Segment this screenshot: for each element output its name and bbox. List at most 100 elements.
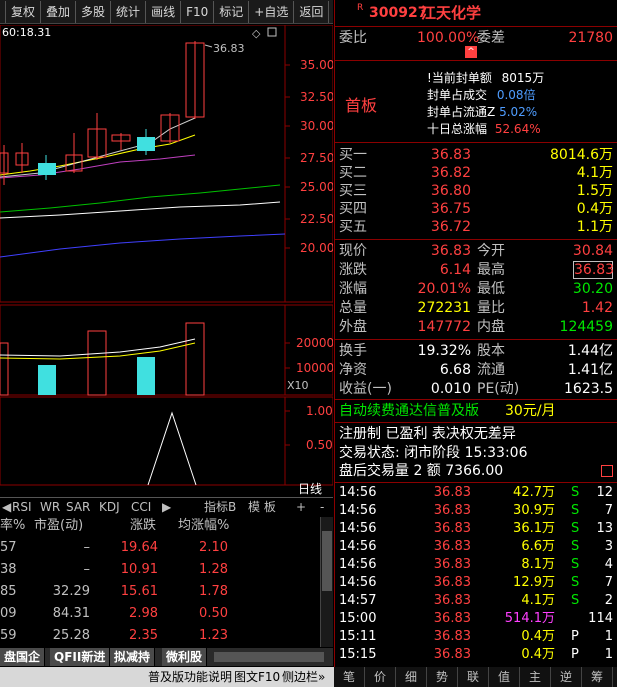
collapse-icon[interactable]: ^ [465, 46, 477, 58]
stat-value: 20.01% [417, 281, 471, 297]
cell-change: 15.61 [120, 584, 158, 599]
bid-row-1[interactable]: 买一 36.83 8014.6万 [335, 146, 617, 164]
tabs-scrollbar[interactable] [214, 652, 324, 662]
nav-reverse[interactable]: 逆 [551, 667, 582, 687]
add-watchlist-button[interactable]: +自选 [249, 0, 295, 23]
price-axis-label-6: 22.50 [300, 212, 333, 226]
table-scrollbar[interactable] [320, 517, 333, 647]
tick-price: 36.83 [433, 539, 471, 554]
nav-chips[interactable]: 筹 [582, 667, 613, 687]
multi-stock-button[interactable]: 多股 [76, 0, 112, 23]
tab-template[interactable]: 模 板 [248, 499, 276, 515]
tick-price: 36.83 [433, 647, 471, 662]
tab-reduce-holdings[interactable]: 拟减持 [110, 648, 156, 666]
nav-trades[interactable]: 笔 [334, 667, 365, 687]
nav-value[interactable]: 值 [489, 667, 520, 687]
tab-plus[interactable]: + [296, 499, 306, 515]
tab-cci[interactable]: CCI [131, 499, 151, 515]
status-help-link[interactable]: 普及版功能说明 [148, 667, 232, 687]
table-row[interactable]: 59 25.28 2.35 1.23 [0, 625, 320, 647]
ten-day-value: 52.64% [494, 122, 541, 136]
tab-indicator-b[interactable]: 指标B [204, 499, 236, 515]
status-sidebar-link[interactable]: 侧边栏» [282, 667, 325, 687]
bid-price: 36.72 [430, 219, 471, 235]
cell-rate: 57 [0, 540, 17, 555]
col-header-pe[interactable]: 市盈(动) [34, 515, 83, 537]
back-button[interactable]: 返回 [294, 0, 330, 23]
fin-value: 1.44亿 [567, 343, 613, 359]
tab-qfii[interactable]: QFII新进 [50, 648, 111, 666]
bid-row-5[interactable]: 买五 36.72 1.1万 [335, 218, 617, 236]
col-header-rate[interactable]: 率% [0, 515, 25, 537]
fin-label: 股本 [477, 343, 505, 359]
table-row[interactable]: 85 32.29 15.61 1.78 [0, 581, 320, 603]
table-row[interactable]: 09 84.31 2.98 0.50 [0, 603, 320, 625]
tick-row[interactable]: 14:57 36.83 4.1万 S 2 [335, 592, 617, 610]
tick-row[interactable]: 14:56 36.83 36.1万 S 13 [335, 520, 617, 538]
tab-rsi[interactable]: RSI [12, 499, 32, 515]
tick-row[interactable]: 14:56 36.83 42.7万 S 12 [335, 484, 617, 502]
tab-wr[interactable]: WR [40, 499, 60, 515]
table-row[interactable]: 57 – 19.64 2.10 [0, 537, 320, 559]
period-label[interactable]: 日线 [298, 482, 322, 495]
quote-nav-bar: 笔 价 细 势 联 值 主 逆 筹 [334, 667, 617, 687]
overlay-button[interactable]: 叠加 [41, 0, 77, 23]
fuquan-button[interactable]: 复权 [6, 0, 42, 23]
promo-price[interactable]: 30元/月 [505, 402, 556, 420]
tabs-left-arrow[interactable]: ◀ [2, 499, 11, 515]
stat-label: 涨幅 [339, 281, 367, 297]
draw-line-button[interactable]: 画线 [146, 0, 182, 23]
tab-minus[interactable]: - [320, 499, 324, 515]
cell-change: 2.35 [129, 628, 158, 643]
status-f10-link[interactable]: 图文F10 [234, 667, 280, 687]
divider [335, 26, 617, 27]
bid-row-2[interactable]: 买二 36.82 4.1万 [335, 164, 617, 182]
tick-row[interactable]: 14:56 36.83 8.1万 S 4 [335, 556, 617, 574]
f10-button[interactable]: F10 [181, 0, 215, 23]
fin-value: 19.32% [417, 343, 471, 359]
tick-count: 4 [604, 557, 613, 572]
bar-chart-icon[interactable] [601, 465, 613, 477]
nav-trend[interactable]: 势 [427, 667, 458, 687]
tick-side: S [571, 521, 580, 536]
diamond-icon[interactable]: ◇ [252, 27, 261, 40]
stat-label: 总量 [339, 300, 367, 316]
bid-row-4[interactable]: 买四 36.75 0.4万 [335, 200, 617, 218]
fin-row-turnover: 换手 19.32% 股本 1.44亿 [335, 342, 617, 360]
tick-side: S [571, 575, 580, 590]
divider [335, 239, 617, 240]
nav-detail[interactable]: 细 [396, 667, 427, 687]
bid-label: 买三 [339, 183, 367, 199]
tick-row[interactable]: 14:56 36.83 6.6万 S 3 [335, 538, 617, 556]
tick-side: S [571, 593, 580, 608]
col-header-avg-change[interactable]: 均涨幅% [178, 515, 229, 537]
mark-button[interactable]: 标记 [214, 0, 250, 23]
kline-svg[interactable]: 60:18.31 35.00 32.50 30.00 27.50 25.00 2… [0, 25, 333, 495]
window-icon[interactable] [267, 27, 277, 37]
promo-text[interactable]: 自动续费通达信普及版 [339, 402, 479, 420]
tabs-right-arrow[interactable]: ▶ [162, 499, 171, 515]
tab-sar[interactable]: SAR [66, 499, 90, 515]
candles [0, 41, 205, 185]
tab-low-profit[interactable]: 微利股 [162, 648, 208, 666]
kline-chart-area[interactable]: 60:18.31 35.00 32.50 30.00 27.50 25.00 2… [0, 25, 333, 495]
tick-row[interactable]: 14:56 36.83 30.9万 S 7 [335, 502, 617, 520]
col-header-change[interactable]: 涨跌 [130, 515, 156, 537]
stat-row-price: 现价 36.83 今开 30.84 [335, 242, 617, 260]
tab-state-owned[interactable]: 盘国企 [0, 648, 46, 666]
tick-row[interactable]: 15:11 36.83 0.4万 P 1 [335, 628, 617, 646]
tick-row[interactable]: 15:00 36.83 514.1万 114 [335, 610, 617, 628]
tab-kdj[interactable]: KDJ [99, 499, 120, 515]
tick-volume: 4.1万 [521, 593, 555, 608]
statistics-button[interactable]: 统计 [111, 0, 147, 23]
promo-row[interactable]: 自动续费通达信普及版 30元/月 [335, 402, 617, 420]
tick-volume: 8.1万 [521, 557, 555, 572]
table-scrollbar-thumb[interactable] [322, 531, 332, 591]
nav-linked[interactable]: 联 [458, 667, 489, 687]
nav-main[interactable]: 主 [520, 667, 551, 687]
bid-row-3[interactable]: 买三 36.80 1.5万 [335, 182, 617, 200]
tick-row[interactable]: 14:56 36.83 12.9万 S 7 [335, 574, 617, 592]
tick-row[interactable]: 15:15 36.83 0.4万 P 1 [335, 646, 617, 664]
nav-price[interactable]: 价 [365, 667, 396, 687]
table-row[interactable]: 38 – 10.91 1.28 [0, 559, 320, 581]
